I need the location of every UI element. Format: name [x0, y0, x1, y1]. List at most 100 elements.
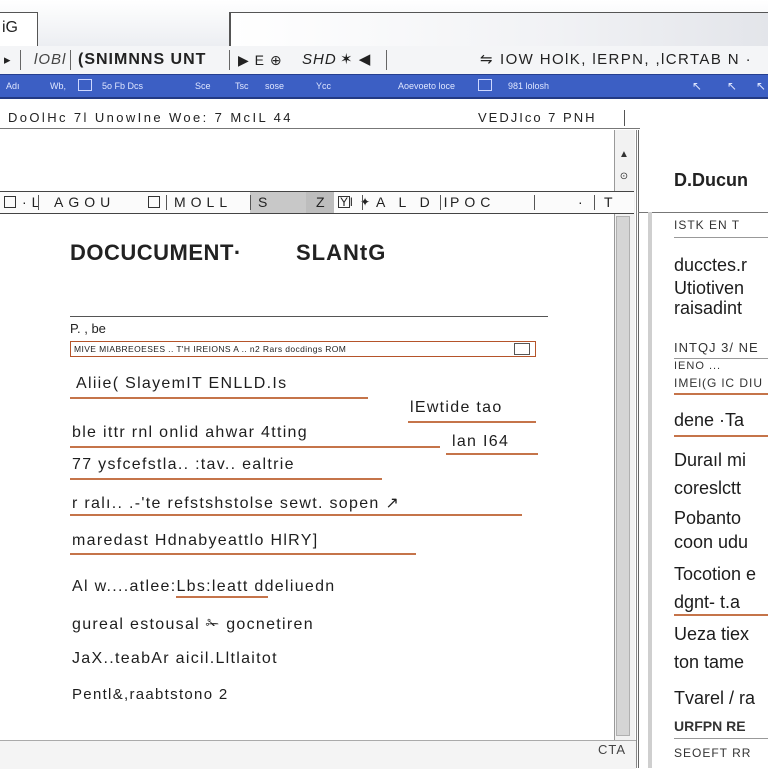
text-underline: [674, 393, 768, 395]
ribbon-item[interactable]: 981 lolosh: [508, 75, 549, 97]
separator: [70, 50, 71, 70]
toolbar-item[interactable]: ·: [578, 192, 588, 213]
panel-text: ton tame: [674, 652, 745, 672]
scroll-up-icon[interactable]: ▲: [617, 148, 631, 162]
ribbon-bar: Adı Wb, 5o Fb Dcs Sce Tsc sose Ycc Aoevo…: [0, 74, 768, 99]
text-underline: [70, 478, 382, 480]
separator: [386, 50, 387, 70]
text-underline: [70, 446, 440, 448]
text-underline: [446, 453, 538, 455]
document-line: Al w....atlee:Lbs:leatt ddeliuedn: [72, 578, 336, 595]
toolbar-item[interactable]: A L D I: [376, 192, 453, 213]
checkbox[interactable]: [148, 196, 160, 208]
toolbar-item[interactable]: T: [604, 192, 618, 213]
ribbon-item[interactable]: 5o Fb Dcs: [102, 75, 143, 97]
command-bar: ▸ lOBl (SNIMNNS UNT ▶ E ⊕ SНD ✶ ◀ ⇋ IOW …: [0, 46, 768, 75]
separator: [229, 50, 230, 70]
field-strip-checkbox[interactable]: [514, 343, 530, 355]
document-line: r ralı.. .-'te refstshstolse sewt. sopen…: [72, 495, 401, 512]
doc-label[interactable]: lOBl: [34, 46, 66, 74]
menu-arrow-icon[interactable]: ▸: [4, 46, 12, 74]
document-line: Aliie( SlayemIT ENLLD.Is: [76, 375, 288, 392]
right-panel-subtitle: ISTK EN T: [674, 218, 741, 232]
checkbox[interactable]: [4, 196, 16, 208]
right-panel-title: D.Ducun: [674, 170, 748, 190]
scroll-center-icon[interactable]: ⊙: [617, 170, 631, 184]
toolbar-item[interactable]: Z: [316, 192, 330, 213]
separator: [624, 110, 625, 126]
separator: [362, 195, 363, 210]
path-text[interactable]: DoOlHc 7l UnowIne Woe: 7 McIL 44: [8, 108, 293, 128]
separator: [20, 50, 21, 70]
document-line: maredast Hdnabyeattlo HlRY]: [72, 532, 319, 549]
cursor-icon[interactable]: ↖: [692, 75, 702, 97]
list-icon[interactable]: [478, 79, 492, 91]
panel-text: Duraıl mi: [674, 450, 747, 470]
document-line: lEwtide tao: [410, 399, 503, 416]
toolbar-item[interactable]: MOLL: [174, 192, 232, 213]
nav-icons[interactable]: ▶ E ⊕: [238, 46, 283, 74]
panel-text: coreslctt: [674, 478, 742, 498]
snippet-icons[interactable]: ✶ ◀: [340, 46, 371, 74]
panel-text: ducctes.r: [674, 255, 748, 275]
document-title: DOCUCUMENT·: [70, 240, 242, 265]
ribbon-item[interactable]: Tsc: [235, 75, 249, 97]
divider: [638, 212, 768, 213]
cursor-icon[interactable]: ↖: [756, 75, 766, 97]
toolbar-item[interactable]: AGOU: [54, 192, 115, 213]
app-tab[interactable]: iG: [0, 12, 38, 46]
document-line: JaX..teabAr aicil.Lltlaitot: [72, 650, 278, 667]
divider: [674, 237, 768, 238]
text-underline: [70, 397, 368, 399]
panel-text: IMEl(G lC DIU: [674, 376, 763, 390]
field-strip[interactable]: MIVE MIABREOESES .. T'H IREIONS A .. n2 …: [70, 341, 536, 357]
panel-text: INTQJ 3/ NE: [674, 340, 759, 355]
text-underline: [674, 435, 768, 437]
document-line: lan I64: [452, 433, 510, 450]
document-toolbar: ·L AGOU MOLL S Z Yl ✦ A L D I POC · T: [0, 191, 634, 214]
divider: [674, 738, 768, 739]
separator: [594, 195, 595, 210]
panel-text: IENO ...: [674, 360, 722, 372]
divider: [674, 358, 768, 359]
command-right-text: IOW HOlK, lERPN, ,lCRTAB N ·: [500, 51, 752, 68]
panel-text: Pobanto: [674, 508, 742, 528]
document-name[interactable]: (SNIMNNS UNT: [78, 46, 206, 74]
ribbon-item[interactable]: Aoevoeto loce: [398, 75, 455, 97]
ribbon-item[interactable]: Sce: [195, 75, 211, 97]
cursor-icon[interactable]: ↖: [727, 75, 737, 97]
toolbar-item[interactable]: Yl ✦: [340, 192, 372, 213]
title-strip: [231, 12, 768, 47]
text-underline: [70, 514, 522, 516]
panel-text: URFPN RE: [674, 718, 746, 734]
doc-icon[interactable]: [78, 79, 92, 91]
scroll-thumb[interactable]: [616, 216, 630, 736]
document-line: gureal estousal ✁ gocnetiren: [72, 616, 314, 633]
toolbar-item[interactable]: POC: [450, 192, 495, 213]
toolbar-item[interactable]: ·L: [22, 192, 44, 213]
document-line: 77 ysfcefstla.. :tav.. ealtrie: [72, 456, 295, 473]
document-pane: [0, 130, 637, 768]
snippet-label[interactable]: SНD: [302, 46, 337, 74]
status-text: CTA: [598, 742, 627, 757]
panel-text: Ueza tiex: [674, 624, 750, 644]
divider: [70, 316, 548, 317]
ribbon-item[interactable]: Wb,: [50, 75, 66, 97]
ribbon-item[interactable]: Ycc: [316, 75, 331, 97]
path-right-text[interactable]: VEDJIco 7 PNH: [478, 108, 596, 128]
panel-text: Tvarel / ra: [674, 688, 756, 708]
text-underline: [674, 614, 768, 616]
toolbar-item[interactable]: S: [258, 192, 272, 213]
paragraph-label: P. , be: [70, 321, 106, 336]
text-underline: [70, 553, 416, 555]
ribbon-item[interactable]: Adı: [6, 75, 20, 97]
status-bar: [0, 740, 636, 769]
swap-icon[interactable]: ⇋: [480, 46, 494, 74]
right-panel-scrollbar[interactable]: [648, 212, 652, 768]
separator: [166, 195, 167, 210]
document-line: Pentl&,raabtstono 2: [72, 686, 229, 703]
ribbon-item[interactable]: sose: [265, 75, 284, 97]
panel-text: coon udu: [674, 532, 749, 552]
separator: [534, 195, 535, 210]
panel-text: dene ·Ta: [674, 410, 745, 430]
